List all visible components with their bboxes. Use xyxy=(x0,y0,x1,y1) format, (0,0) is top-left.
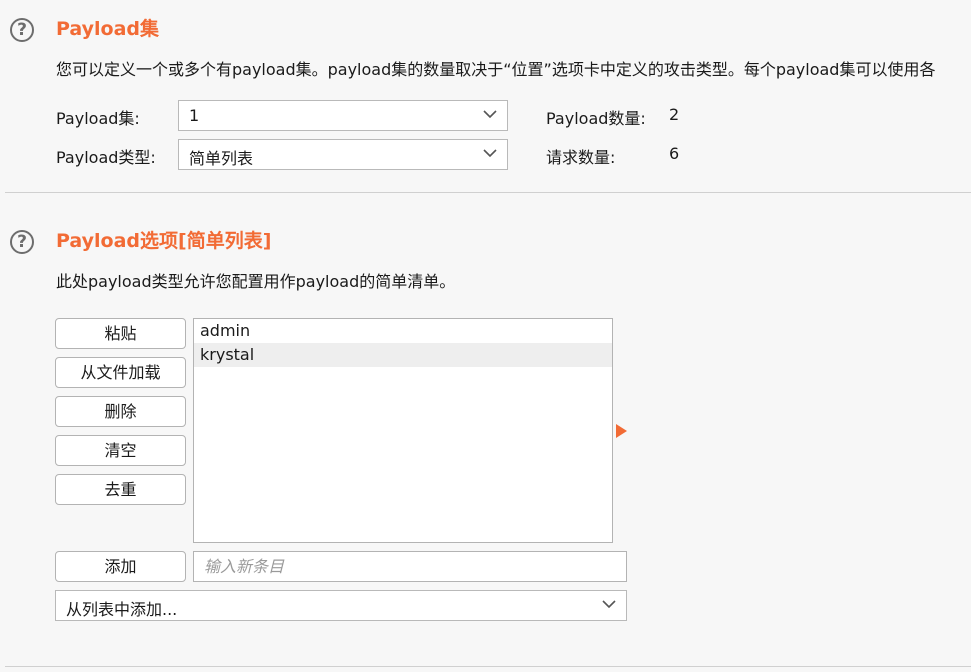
payload-type-value: 简单列表 xyxy=(189,149,254,168)
paste-button[interactable]: 粘贴 xyxy=(55,318,186,349)
payload-type-label: Payload类型: xyxy=(56,148,156,167)
request-count-label: 请求数量: xyxy=(546,148,616,167)
remove-button[interactable]: 删除 xyxy=(55,396,186,427)
chevron-down-icon xyxy=(602,600,616,609)
intruder-payloads-panel: ? Payload集 您可以定义一个或多个有payload集。payload集的… xyxy=(0,0,971,672)
deduplicate-button[interactable]: 去重 xyxy=(55,474,186,505)
add-from-list-label: 从列表中添加... xyxy=(66,600,178,619)
payload-set-value: 1 xyxy=(189,106,200,125)
section-divider xyxy=(5,666,971,667)
help-icon[interactable]: ? xyxy=(10,18,34,42)
load-from-file-button[interactable]: 从文件加载 xyxy=(55,357,186,388)
chevron-down-icon xyxy=(483,149,497,158)
add-from-list-select[interactable]: 从列表中添加... xyxy=(55,590,627,621)
payload-sets-title: Payload集 xyxy=(56,18,160,40)
list-item[interactable]: krystal xyxy=(194,343,612,367)
chevron-down-icon xyxy=(483,110,497,119)
new-item-input[interactable] xyxy=(193,551,627,582)
list-item[interactable]: admin xyxy=(194,319,612,343)
payload-set-label: Payload集: xyxy=(56,109,140,128)
payload-type-select[interactable]: 简单列表 xyxy=(178,139,508,170)
request-count-value: 6 xyxy=(669,144,680,163)
clear-button[interactable]: 清空 xyxy=(55,435,186,466)
payload-options-description: 此处payload类型允许您配置用作payload的简单清单。 xyxy=(56,272,456,291)
add-button[interactable]: 添加 xyxy=(55,551,186,582)
payload-set-select[interactable]: 1 xyxy=(178,100,508,131)
help-icon[interactable]: ? xyxy=(10,230,34,254)
payload-sets-description: 您可以定义一个或多个有payload集。payload集的数量取决于“位置”选项… xyxy=(56,60,936,79)
payload-options-title: Payload选项[简单列表] xyxy=(56,230,272,252)
section-divider xyxy=(5,192,971,193)
payload-count-value: 2 xyxy=(669,105,680,124)
payload-list[interactable]: admin krystal xyxy=(193,318,613,543)
triangle-right-icon[interactable] xyxy=(616,424,627,438)
payload-count-label: Payload数量: xyxy=(546,109,646,128)
